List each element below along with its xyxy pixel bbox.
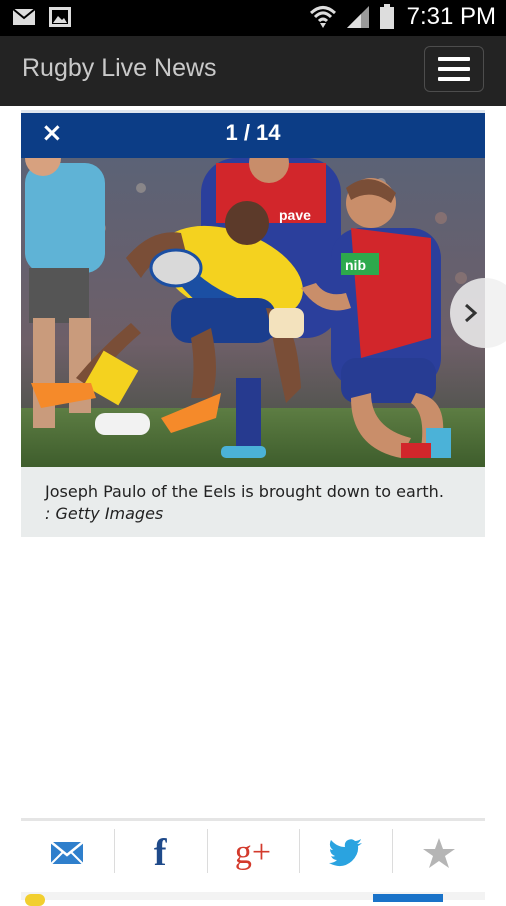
ad-banner-edge[interactable]	[21, 892, 485, 906]
signal-icon	[346, 6, 369, 28]
gallery-photo: pave nib	[21, 158, 485, 467]
svg-text:nib: nib	[345, 257, 366, 273]
chevron-right-icon	[465, 303, 478, 323]
app-header: Rugby Live News	[0, 36, 506, 106]
wifi-icon	[309, 6, 336, 28]
battery-icon	[379, 4, 394, 29]
mail-icon	[12, 8, 36, 25]
gallery-header: × 1 / 14	[21, 110, 485, 158]
caption-box: Joseph Paulo of the Eels is brought down…	[21, 467, 485, 537]
star-icon	[422, 838, 455, 868]
share-email-button[interactable]	[21, 821, 114, 885]
slide-counter: 1 / 14	[225, 120, 281, 145]
image-icon	[49, 7, 71, 27]
share-twitter-button[interactable]	[299, 821, 392, 885]
app-title: Rugby Live News	[22, 54, 217, 82]
clock: 7:31 PM	[406, 3, 496, 30]
favorite-star-button[interactable]	[392, 821, 485, 885]
share-facebook-button[interactable]: f	[113, 821, 207, 885]
hamburger-menu-button[interactable]	[424, 46, 484, 92]
status-bar: 7:31 PM	[0, 0, 506, 36]
share-google-plus-button[interactable]: g+	[206, 821, 300, 885]
rugby-tackle-image: pave nib	[21, 158, 485, 467]
twitter-icon	[328, 839, 362, 867]
svg-text:pave: pave	[279, 207, 311, 223]
photo-caption: Joseph Paulo of the Eels is brought down…	[45, 482, 444, 501]
hamburger-menu-icon	[438, 57, 470, 61]
email-icon	[50, 841, 85, 865]
google-plus-icon: g+	[234, 834, 272, 871]
share-bar: f g+	[21, 818, 485, 885]
facebook-icon: f	[153, 832, 167, 874]
photo-credit: : Getty Images	[45, 504, 164, 523]
